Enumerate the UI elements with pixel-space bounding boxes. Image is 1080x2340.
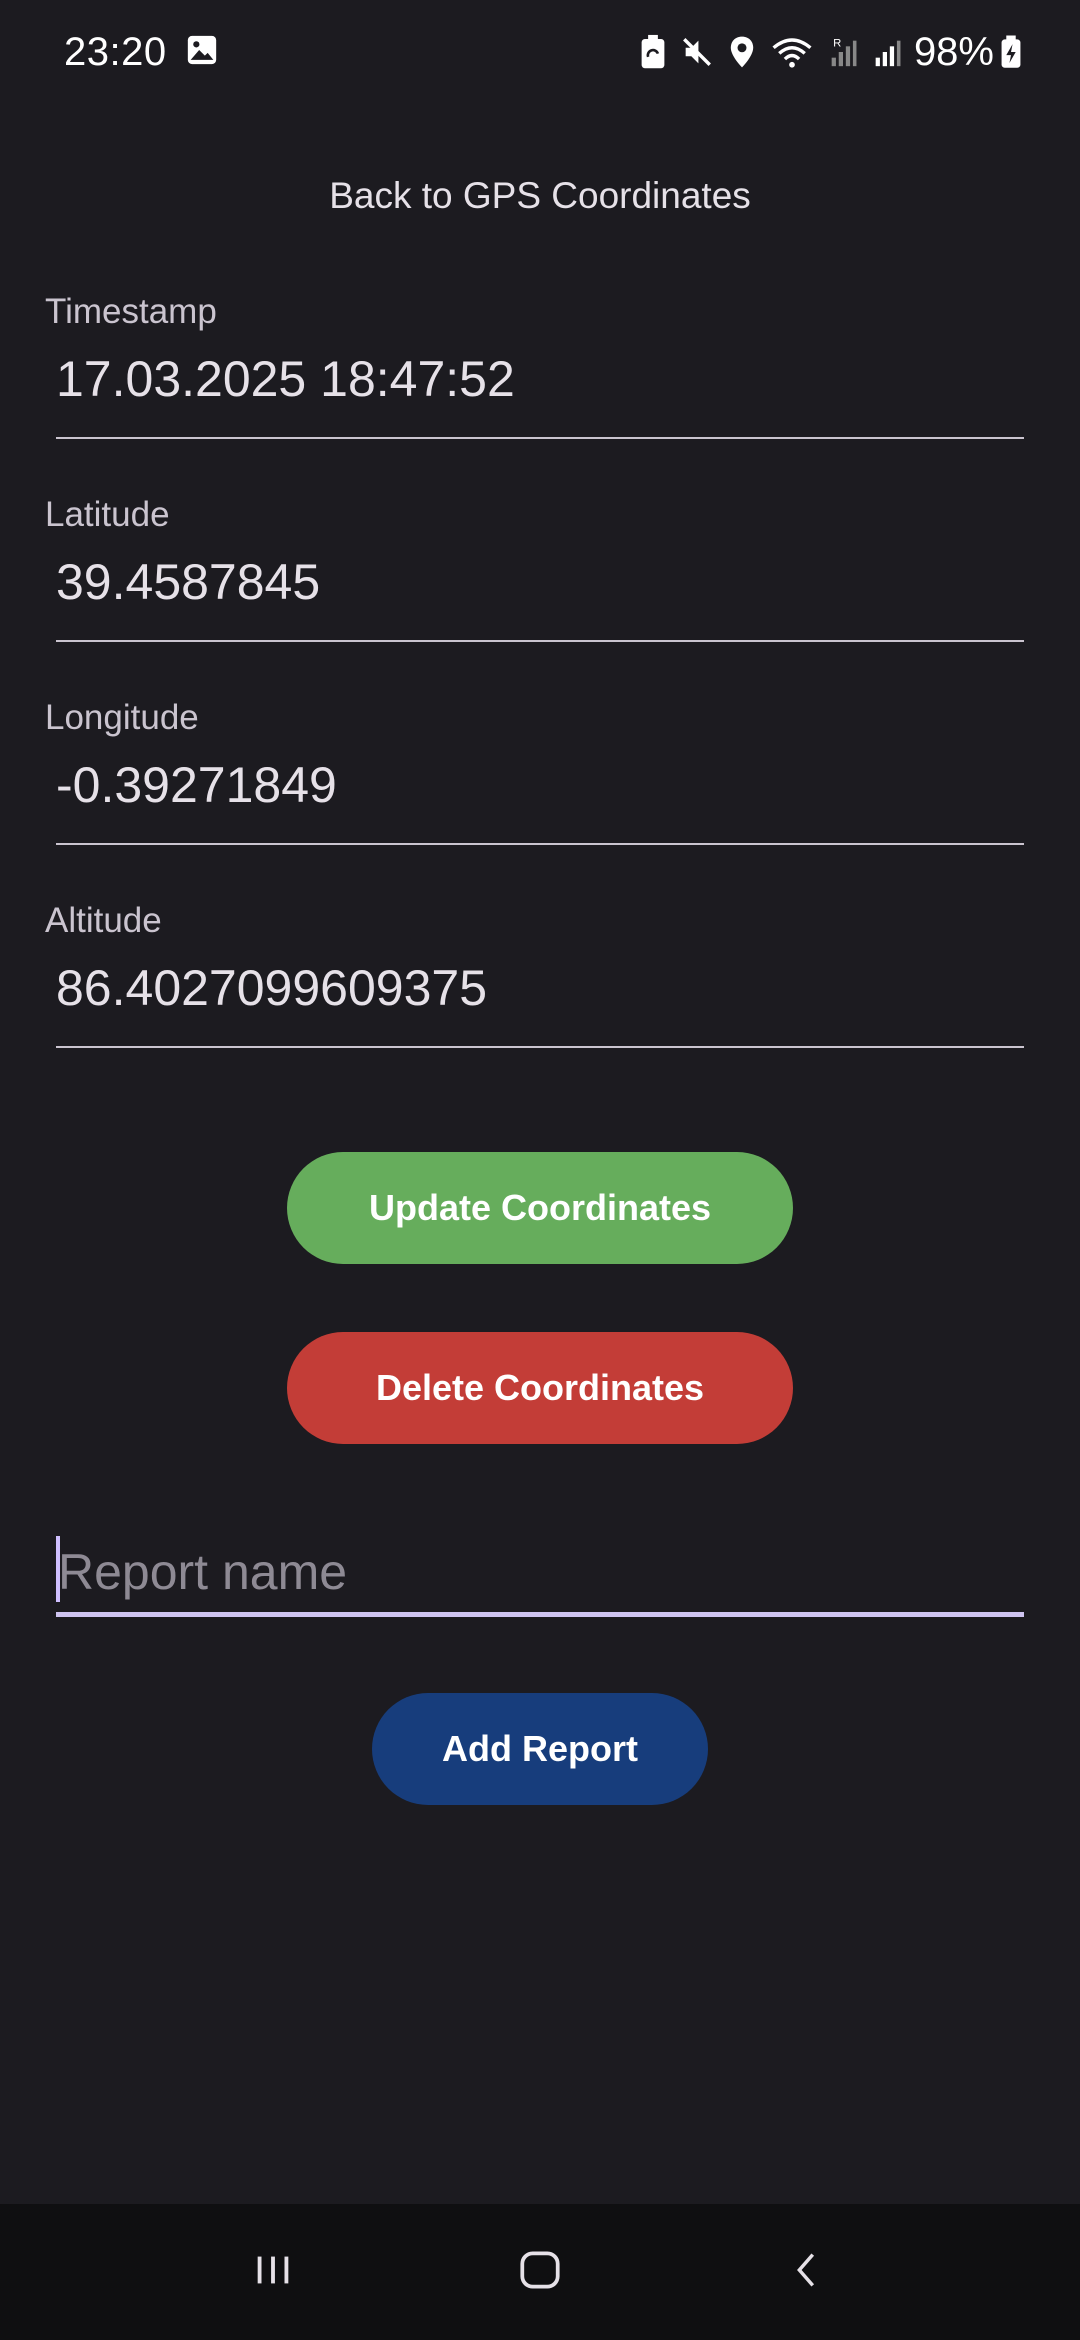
signal-roaming-icon: R [828,35,858,69]
screen: 23:20 R 98% Back to GPS Coordinates Time… [0,0,1080,2340]
wifi-icon [770,35,814,69]
delete-coordinates-button[interactable]: Delete Coordinates [287,1332,793,1444]
timestamp-underline [56,437,1024,439]
report-name-field[interactable] [56,1530,1024,1618]
report-name-input[interactable] [56,1530,1024,1614]
navigation-bar [0,2204,1080,2340]
update-coordinates-button[interactable]: Update Coordinates [287,1152,793,1264]
battery-saver-icon [640,34,666,70]
battery-charging-icon [1000,34,1022,70]
text-caret [56,1536,60,1602]
altitude-label: Altitude [45,901,162,940]
svg-text:R: R [833,37,841,49]
latitude-label: Latitude [45,495,170,534]
signal-icon [872,35,902,69]
status-left: 23:20 [64,30,219,75]
timestamp-label: Timestamp [45,292,217,331]
location-icon [728,35,756,69]
longitude-label: Longitude [45,698,199,737]
timestamp-value[interactable]: 17.03.2025 18:47:52 [56,350,515,408]
back-icon [784,2247,830,2298]
add-report-button[interactable]: Add Report [372,1693,708,1805]
status-bar: 23:20 R 98% [0,0,1080,104]
latitude-value[interactable]: 39.4587845 [56,553,320,611]
home-button[interactable] [480,2222,600,2322]
status-right: R 98% [626,30,1022,75]
battery-percent: 98% [913,29,994,74]
recents-icon [250,2247,296,2298]
altitude-value[interactable]: 86.4027099609375 [56,959,487,1017]
report-name-underline [56,1612,1024,1617]
home-icon [515,2245,565,2300]
longitude-value[interactable]: -0.39271849 [56,756,337,814]
longitude-underline [56,843,1024,845]
image-icon [185,33,219,72]
mute-icon [680,35,714,69]
status-time: 23:20 [64,29,167,74]
latitude-underline [56,640,1024,642]
back-button[interactable] [747,2222,867,2322]
back-to-gps-coordinates-button[interactable]: Back to GPS Coordinates [240,160,840,232]
recents-button[interactable] [213,2222,333,2322]
altitude-underline [56,1046,1024,1048]
